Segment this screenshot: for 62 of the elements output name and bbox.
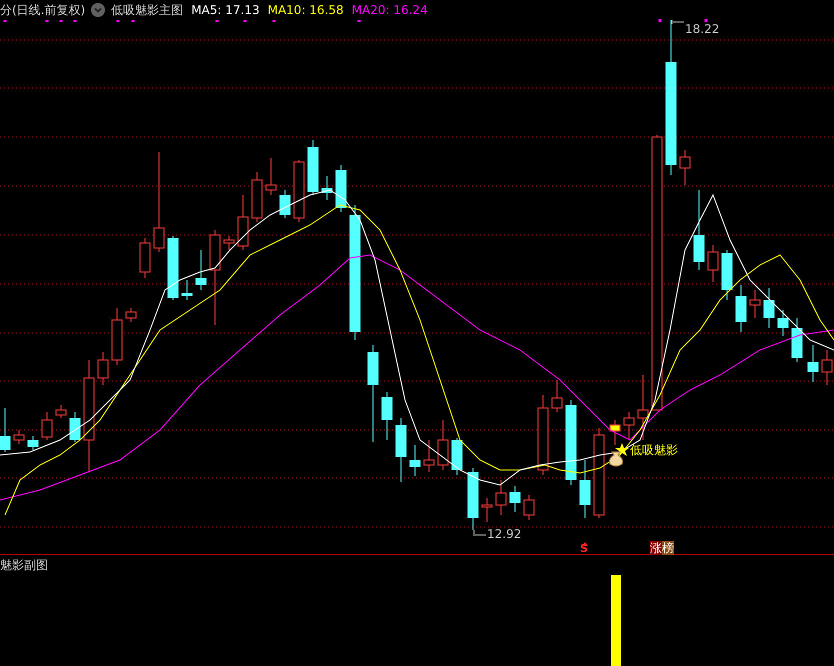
candlestick	[610, 420, 620, 446]
candlestick	[238, 194, 248, 250]
signal-label: 低吸魅影	[630, 442, 678, 459]
candlestick	[680, 150, 690, 186]
candlestick	[42, 412, 52, 440]
candlestick	[764, 288, 774, 328]
moving-average-value: MA10: 16.58	[268, 3, 344, 17]
candlestick	[252, 172, 262, 222]
candlestick	[750, 290, 760, 318]
candlestick	[98, 352, 108, 386]
candlestick	[410, 444, 420, 476]
candlestick	[736, 284, 746, 332]
candlestick	[280, 190, 290, 218]
candlestick	[382, 392, 392, 440]
high-price-label: 18.22	[685, 23, 720, 36]
money-bag-icon	[609, 452, 623, 466]
candlestick	[638, 374, 648, 440]
indicator-title: 低吸魅影主图	[111, 2, 184, 18]
candlestick	[424, 440, 434, 472]
candlestick	[322, 176, 332, 200]
candlestick	[496, 480, 506, 516]
candlestick	[168, 236, 178, 300]
rank-tag: 涨榜	[650, 541, 674, 555]
candlestick	[28, 436, 38, 450]
candlestick	[510, 486, 520, 512]
candlestick	[778, 310, 788, 336]
candlestick	[70, 412, 80, 442]
candlestick	[182, 280, 192, 300]
candlestick	[396, 418, 406, 482]
candlestick	[0, 408, 10, 452]
leader-line	[474, 530, 486, 536]
leader-line	[672, 20, 684, 24]
sub-chart-title: 魅影副图	[0, 557, 49, 574]
candlestick	[524, 494, 534, 520]
star-icon	[615, 443, 629, 456]
candlestick	[452, 438, 462, 476]
candlestick	[438, 420, 448, 470]
candlestick	[14, 430, 24, 444]
moving-average-value: MA5: 17.13	[191, 3, 260, 17]
candlestick	[308, 140, 318, 196]
candlestick	[722, 250, 732, 300]
candlestick	[56, 404, 66, 418]
candlestick	[792, 318, 802, 362]
candlestick	[482, 498, 492, 522]
dropdown-icon[interactable]	[91, 3, 106, 17]
candlestick	[140, 238, 150, 278]
candlestick	[112, 308, 122, 366]
candlestick	[580, 460, 590, 518]
candlestick	[624, 412, 634, 440]
moving-average-value: MA20: 16.24	[352, 3, 428, 17]
low-price-label: 12.92	[487, 527, 522, 541]
candlestick	[224, 236, 234, 250]
candlestick	[708, 244, 718, 282]
candlestick	[552, 380, 562, 412]
candlestick	[126, 308, 136, 322]
chart-period-label: 分(日线.前复权)	[0, 2, 86, 18]
candlestick	[196, 250, 206, 290]
candlestick	[808, 344, 818, 382]
candlestick	[294, 160, 304, 222]
candlestick	[468, 468, 478, 530]
candlestick	[336, 164, 346, 212]
candlestick	[266, 158, 276, 196]
